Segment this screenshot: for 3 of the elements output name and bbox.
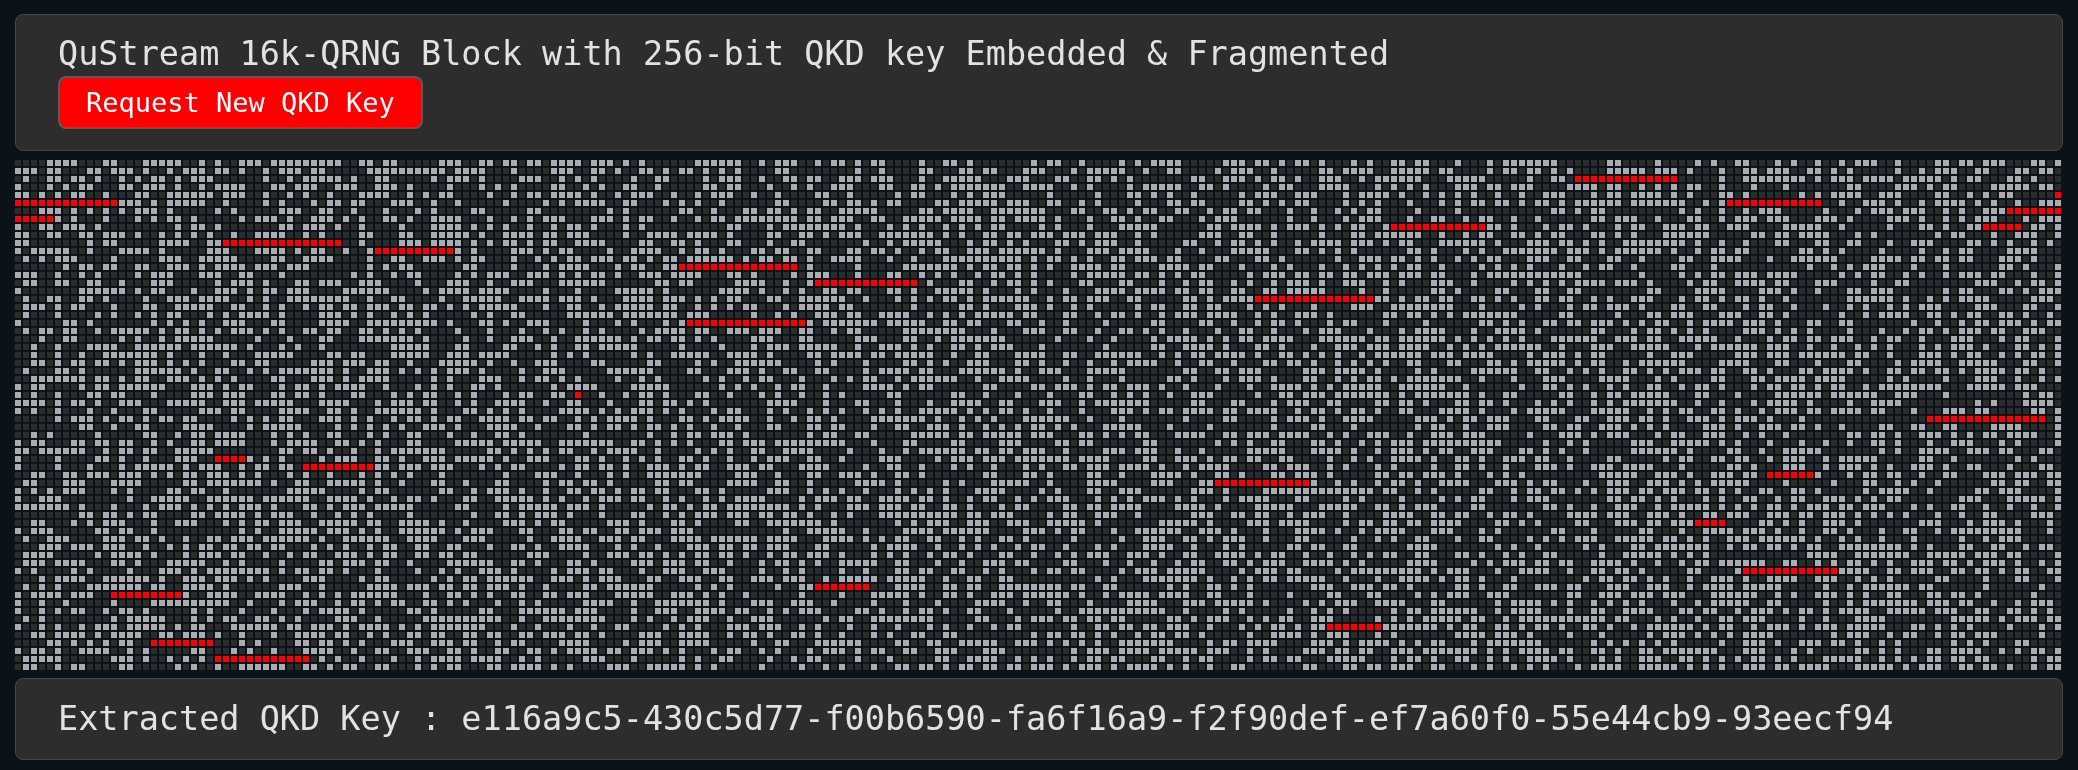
request-key-button[interactable]: Request New QKD Key: [58, 76, 423, 129]
block-title: QuStream 16k-QRNG Block with 256-bit QKD key Embedded & Fragmented: [58, 35, 1391, 73]
extracted-key-text: Extracted QKD Key : e116a9c5-430c5d77-f00b6590-fa6f16a9-f2f90def-ef7a60f0-55e44cb9-93eecf94: [58, 700, 1895, 738]
